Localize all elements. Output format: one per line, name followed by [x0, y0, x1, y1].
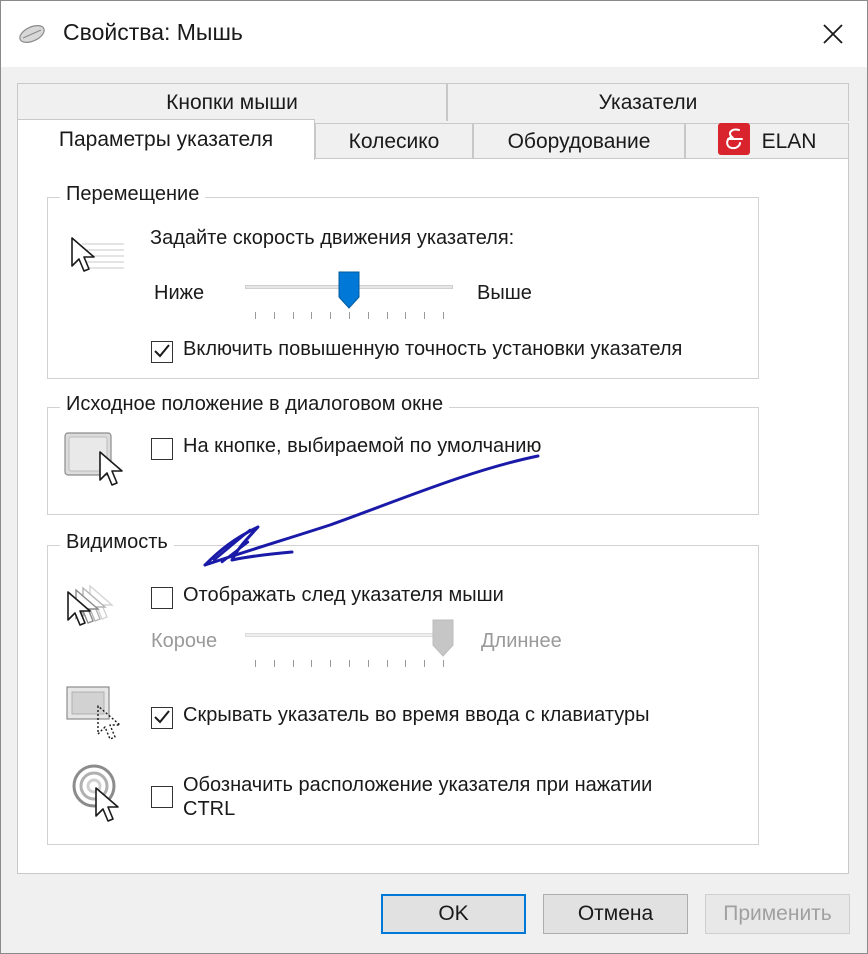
hide-while-typing-checkbox[interactable]: [151, 707, 173, 729]
tab-buttons[interactable]: Кнопки мыши: [17, 83, 447, 121]
trails-slider-ticks: [255, 660, 444, 668]
slider-tick: [255, 312, 256, 319]
tab-label: ELAN: [761, 129, 817, 153]
cancel-label: Отмена: [577, 902, 654, 925]
slider-tick: [387, 312, 388, 319]
precision-checkbox[interactable]: [151, 341, 173, 363]
snap-to-legend: Исходное положение в диалоговом окне: [60, 393, 450, 416]
slider-tick: [293, 312, 294, 319]
trails-slider-thumb[interactable]: [432, 619, 454, 662]
tab-elan[interactable]: ELAN: [685, 122, 849, 161]
show-location-label-line2: CTRL: [183, 798, 236, 820]
close-icon: [823, 24, 843, 44]
slider-tick: [311, 312, 312, 319]
pointer-speed-icon: [68, 234, 126, 285]
tab-label: Параметры указателя: [58, 128, 274, 151]
apply-label: Применить: [723, 902, 832, 925]
motion-legend: Перемещение: [60, 183, 206, 206]
window-title: Свойства: Мышь: [63, 19, 243, 45]
trails-label: Отображать след указателя мыши: [183, 584, 504, 606]
slider-tick: [405, 312, 406, 319]
ok-label: OK: [438, 902, 469, 925]
motion-group: Перемещение Задайте скорость движения ук…: [47, 183, 759, 379]
show-location-label-line1: Обозначить расположение указателя при на…: [183, 774, 653, 796]
snap-to-group: Исходное положение в диалоговом окне На …: [47, 393, 759, 515]
trails-checkbox[interactable]: [151, 587, 173, 609]
show-location-icon: [72, 764, 130, 831]
slider-tick: [311, 660, 312, 667]
checkmark-icon: [154, 710, 170, 724]
tab-label: Колесико: [348, 129, 440, 153]
tab-wheel[interactable]: Колесико: [315, 123, 473, 159]
speed-prompt: Задайте скорость движения указателя:: [150, 227, 515, 249]
visibility-group: Видимость Отображать след указателя мыши…: [47, 531, 759, 845]
close-button[interactable]: [799, 1, 867, 67]
speed-slider-thumb[interactable]: [338, 271, 360, 314]
title-bar: Свойства: Мышь: [1, 1, 867, 67]
tab-label: Кнопки мыши: [166, 90, 298, 114]
slider-tick: [330, 312, 331, 319]
slider-tick: [293, 660, 294, 667]
trails-slider-track[interactable]: [245, 633, 453, 637]
ok-button[interactable]: OK: [381, 894, 526, 934]
hide-while-typing-label: Скрывать указатель во время ввода с клав…: [183, 704, 650, 726]
hide-pointer-icon: [66, 686, 126, 751]
tab-label: Указатели: [598, 90, 698, 114]
slider-tick: [424, 660, 425, 667]
speed-slow-label: Ниже: [154, 282, 205, 304]
tab-pointers[interactable]: Указатели: [447, 83, 849, 121]
tab-hardware[interactable]: Оборудование: [473, 123, 685, 159]
trails-long-label: Длиннее: [481, 630, 562, 652]
checkmark-icon: [154, 344, 170, 358]
apply-button[interactable]: Применить: [705, 894, 850, 934]
cancel-button[interactable]: Отмена: [543, 894, 688, 934]
slider-tick: [255, 660, 256, 667]
slider-tick: [405, 660, 406, 667]
slider-tick: [274, 312, 275, 319]
speed-fast-label: Выше: [477, 282, 532, 304]
slider-tick: [424, 312, 425, 319]
visibility-legend: Видимость: [60, 531, 174, 554]
show-location-checkbox[interactable]: [151, 786, 173, 808]
slider-tick: [387, 660, 388, 667]
snap-to-label: На кнопке, выбираемой по умолчанию: [183, 435, 542, 457]
mouse-icon: [17, 23, 47, 50]
pointer-options-panel: Перемещение Задайте скорость движения ук…: [17, 158, 849, 874]
trails-short-label: Короче: [151, 630, 218, 652]
mouse-properties-dialog: Свойства: Мышь Кнопки мыши Указатели Пар…: [0, 0, 868, 954]
slider-tick: [368, 312, 369, 319]
tab-label: Оборудование: [507, 129, 651, 153]
slider-tick: [368, 660, 369, 667]
precision-label: Включить повышенную точность установки у…: [183, 338, 683, 360]
slider-tick: [443, 312, 444, 319]
snap-to-icon: [64, 432, 130, 501]
tab-pointer-options[interactable]: Параметры указателя: [17, 119, 315, 160]
slider-tick: [274, 660, 275, 667]
slider-tick: [330, 660, 331, 667]
elan-logo-icon: [717, 122, 750, 161]
slider-tick: [349, 660, 350, 667]
snap-to-checkbox[interactable]: [151, 438, 173, 460]
pointer-trails-icon: [64, 582, 128, 635]
